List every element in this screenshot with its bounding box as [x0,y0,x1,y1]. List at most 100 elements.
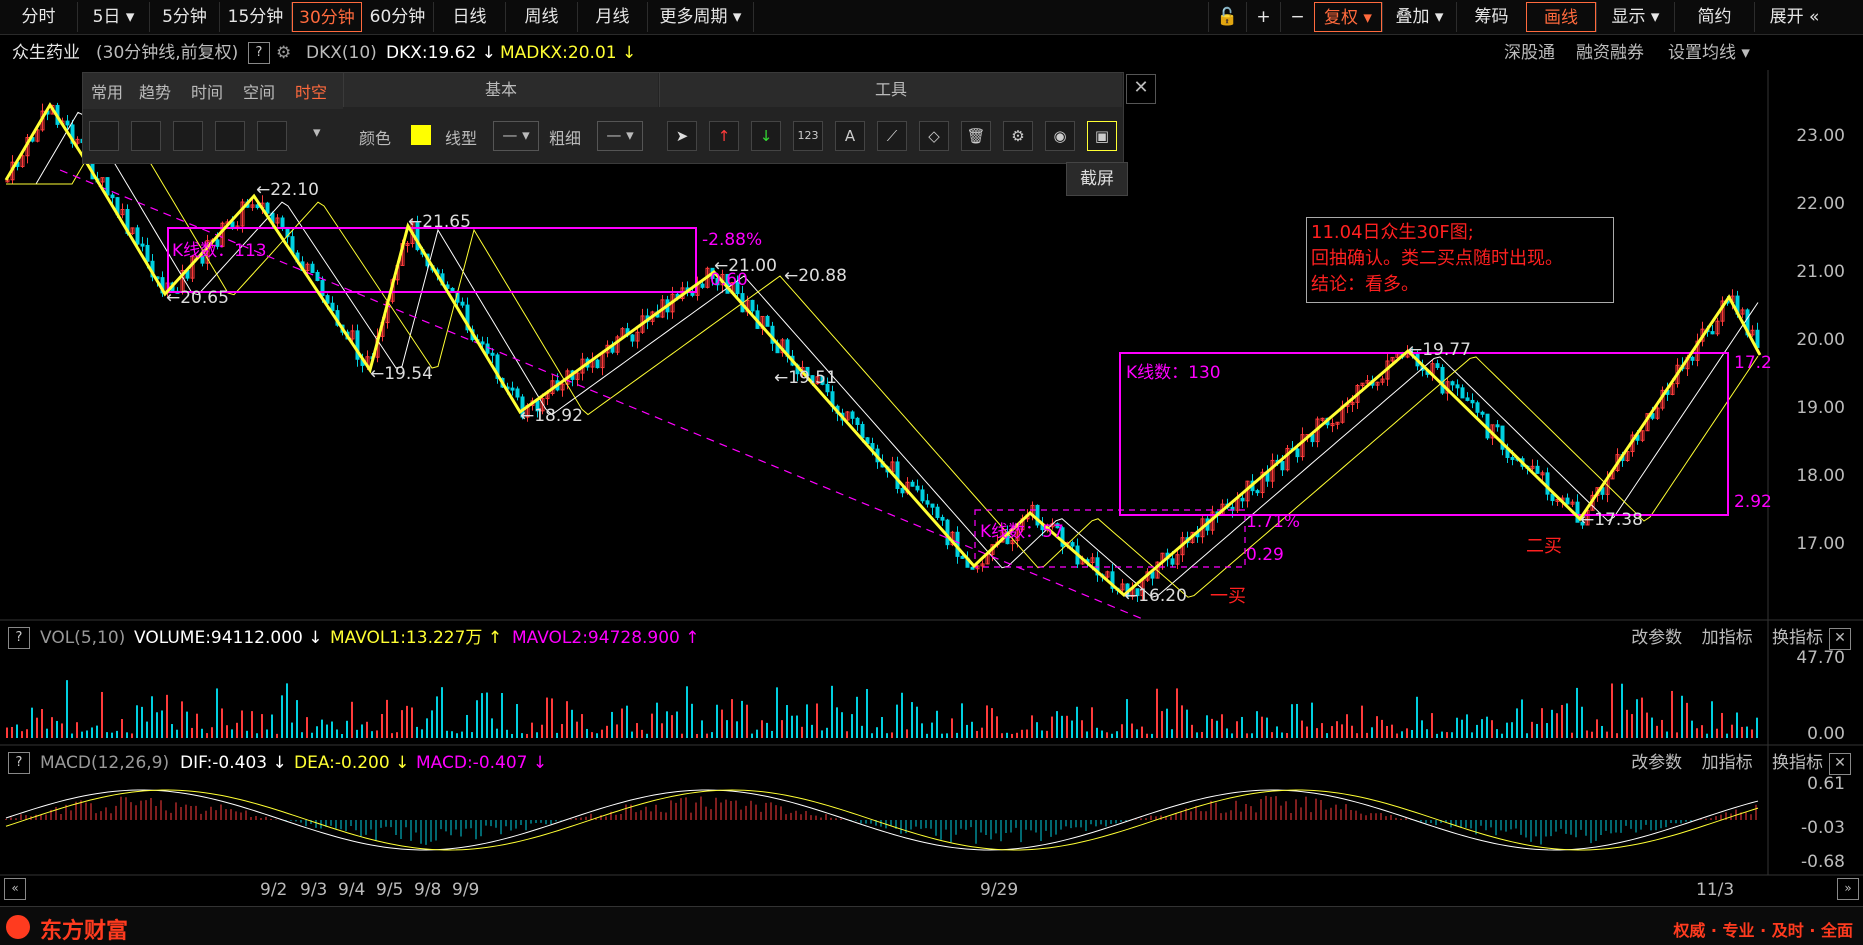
candle [920,489,925,502]
volume-bar [811,724,813,738]
volume-bar [1551,709,1553,738]
volume-bar [1351,725,1353,738]
volume-bar [51,717,53,738]
volume-bar [1186,709,1188,738]
vol-help-icon[interactable]: ? [2,622,36,654]
vol-add-indicator[interactable]: 加指标 [1702,628,1753,648]
volume-bar [241,710,243,738]
volume-bar [616,724,618,738]
volume-bar [1076,706,1078,738]
volume-bar [891,732,893,738]
ruler-icon[interactable]: ⟋ [877,121,907,151]
volume-bar [1056,711,1058,738]
settings-icon[interactable]: ⚙ [1003,121,1033,151]
volume-bar [1226,728,1228,738]
volume-bar [1476,724,1478,738]
volume-bar [826,727,828,738]
volume-bar [121,719,123,738]
parallel-lines-icon[interactable] [215,121,245,151]
volume-bar [1371,727,1373,738]
volume-bar [1241,716,1243,738]
candle [110,194,115,199]
volume-bar [1561,704,1563,738]
close-toolbar-icon[interactable]: ✕ [1126,74,1156,104]
down-arrow-icon[interactable]: ↓ [751,121,781,151]
volume-bar [861,725,863,738]
vol-close-icon[interactable]: ✕ [1829,628,1851,650]
volume-bar [256,733,258,738]
volume-bar [611,711,613,738]
candle [930,503,935,508]
macd-line [5,789,1759,851]
volume-bar [1301,720,1303,738]
volume-bar [756,729,758,738]
volume-bar [806,704,808,738]
volume-bar [1111,733,1113,738]
tab-time[interactable]: 时间 [191,79,223,107]
volume-bar [906,729,908,738]
chevron-down-icon[interactable]: ▾ [313,123,321,141]
cycle-line-icon[interactable] [173,121,203,151]
volume-bar [336,729,338,738]
volume-bar [631,731,633,738]
volume-bar [451,731,453,738]
thickness-label: 粗细 [549,129,582,148]
macd-switch-indicator[interactable]: 换指标 [1772,753,1823,773]
vol-mavol1: MAVOL1:13.227万 ↑ [330,628,503,648]
volume-bar [736,721,738,738]
volume-bar [1601,725,1603,738]
volume-bar [341,733,343,738]
volume-bar [1021,729,1023,738]
volume-bar [1101,730,1103,738]
text-icon[interactable]: A [835,121,865,151]
number-label-icon[interactable]: 123 [793,121,823,151]
volume-bar [321,719,323,738]
volume-bar [1661,719,1663,738]
vol-switch-indicator[interactable]: 换指标 [1772,628,1823,648]
rectangle-icon[interactable] [257,121,287,151]
color-swatch[interactable] [411,125,431,145]
volume-bar [346,720,348,738]
volume-bar [1146,733,1148,738]
footer-slogan: 权威 · 专业 · 及时 · 全面 [1673,921,1853,940]
macd-help-icon[interactable]: ? [2,747,36,779]
footer-bar: 东方财富 权威 · 专业 · 及时 · 全面 [0,906,1863,945]
macd-add-indicator[interactable]: 加指标 [1702,753,1753,773]
macd-close-icon[interactable]: ✕ [1829,753,1851,775]
eye-icon[interactable]: ◉ [1045,121,1075,151]
volume-bar [1606,731,1608,738]
volume-bar [776,687,778,738]
volume-bar [1026,729,1028,738]
eraser-icon[interactable]: ◇ [919,121,949,151]
volume-bar [661,723,663,738]
line-type-select[interactable]: — ▾ [493,121,539,151]
macd-edit-params[interactable]: 改参数 [1631,753,1682,773]
tab-trend[interactable]: 趋势 [139,79,171,107]
volume-bar [1156,688,1158,738]
screenshot-icon[interactable]: ▣ [1087,121,1117,151]
fan-line-icon[interactable] [89,121,119,151]
volume-bar [1316,728,1318,738]
up-arrow-icon[interactable]: ↑ [709,121,739,151]
volume-bar [1631,714,1633,738]
tab-space[interactable]: 空间 [243,79,275,107]
volume-bar [1326,733,1328,738]
thickness-select[interactable]: — ▾ [597,121,643,151]
volume-bar [1481,719,1483,738]
tab-common[interactable]: 常用 [91,79,123,107]
volume-bar [101,691,103,738]
scroll-left-icon[interactable]: « [4,878,26,900]
trash-icon[interactable]: 🗑 [961,121,991,151]
vol-edit-params[interactable]: 改参数 [1631,628,1682,648]
gann-fan-icon[interactable] [131,121,161,151]
volume-bar [831,685,833,738]
volume-bar [221,708,223,738]
candle [1510,456,1515,460]
volume-bar [156,712,158,738]
cursor-icon[interactable]: ➤ [667,121,697,151]
volume-bar [606,725,608,738]
scroll-right-icon[interactable]: » [1837,878,1859,900]
volume-bar [1746,726,1748,738]
candle [515,388,520,398]
tab-space-time[interactable]: 时空 [295,79,327,107]
